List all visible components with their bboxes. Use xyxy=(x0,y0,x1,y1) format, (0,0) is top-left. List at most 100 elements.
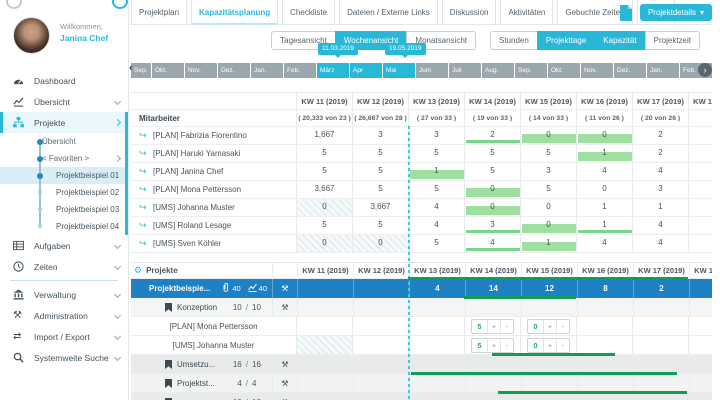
increment-button[interactable]: + xyxy=(544,339,557,352)
decrement-button[interactable]: - xyxy=(501,320,513,333)
week-cell xyxy=(689,393,712,400)
capacity-value: 2 xyxy=(658,130,662,140)
capacity-cell: 2 xyxy=(464,127,520,144)
capacity-cell: 1 xyxy=(408,163,464,180)
sidebar-item-zeiten[interactable]: Zeiten xyxy=(0,256,128,277)
timeline-month: Okt. xyxy=(152,63,184,78)
person-row[interactable]: [PLAN] Mona Pettersson5+-0+- xyxy=(131,317,712,336)
share-arrow-icon[interactable]: ↪ xyxy=(139,184,153,195)
sidebar-item-label: Übersicht xyxy=(42,137,120,146)
timeline-left-arrow-icon[interactable]: ‹ xyxy=(129,62,133,74)
employee-row[interactable]: ↪[UMS] Johanna Muster03,66740011 xyxy=(131,199,712,217)
edit-wrench-icon[interactable]: ⚒ xyxy=(272,298,297,316)
week-cell xyxy=(521,298,577,316)
tab-diskussion[interactable]: Diskussion xyxy=(442,0,497,24)
edit-wrench-icon[interactable]: ⚒ xyxy=(272,279,297,298)
sidebar-item-verwaltung[interactable]: Verwaltung xyxy=(0,284,128,305)
task-row[interactable]: 10/10⚒ xyxy=(131,393,712,400)
sidebar-item-projekte[interactable]: Projekte xyxy=(0,112,128,133)
range-end-badge[interactable]: 19.05.2019 xyxy=(385,43,426,55)
week-cell xyxy=(521,355,577,373)
capacity-cell: 0 xyxy=(520,199,576,216)
selected-project-row[interactable]: Projektbeispie...4040⚒4141282 xyxy=(131,279,712,298)
sidebar-item-favoriten[interactable]: < Favoriten > xyxy=(0,150,128,167)
sidebar-item-übersicht[interactable]: Übersicht xyxy=(0,91,128,112)
user-name[interactable]: Janina Chef xyxy=(60,33,108,43)
share-arrow-icon[interactable]: ↪ xyxy=(139,130,153,141)
share-arrow-icon[interactable]: ↪ xyxy=(139,238,153,249)
sidebar-item-label: Übersicht xyxy=(34,97,111,107)
capacity-value: 3 xyxy=(658,184,662,194)
sidebar-item-aufgaben[interactable]: Aufgaben xyxy=(0,235,128,256)
tab-checkliste[interactable]: Checkliste xyxy=(282,0,335,24)
gantt-bar xyxy=(498,391,687,394)
timeline-right-arrow-icon[interactable]: › xyxy=(698,63,712,77)
sidebar-item-administration[interactable]: ⚒Administration xyxy=(0,305,128,326)
capacity-cell: 3 xyxy=(408,127,464,144)
chevron-down-icon xyxy=(114,291,121,298)
unit-kapazität-button[interactable]: Kapazität xyxy=(594,31,645,50)
week-cell xyxy=(297,298,353,316)
capacity-table: KW 11 (2019)KW 12 (2019)KW 13 (2019)KW 1… xyxy=(131,92,712,253)
projektdetails-button[interactable]: Projektdetails ▾ xyxy=(640,4,712,21)
sidebar-item-import-export[interactable]: ⇄Import / Export xyxy=(0,326,128,347)
employee-row[interactable]: ↪[PLAN] Mona Pettersson3,667550503 xyxy=(131,181,712,199)
unit-projektzeit-button[interactable]: Projektzeit xyxy=(645,31,700,50)
share-arrow-icon[interactable]: ↪ xyxy=(139,202,153,213)
gantt-bar xyxy=(464,296,576,299)
tab-kapazitätsplanung[interactable]: Kapazitätsplanung xyxy=(191,0,278,24)
sidebar-item-projektbeispiel-03[interactable]: Projektbeispiel 03 xyxy=(0,201,128,218)
edit-wrench-icon[interactable]: ⚒ xyxy=(272,374,297,392)
week-cell xyxy=(353,298,409,316)
increment-button[interactable]: + xyxy=(544,320,557,333)
edit-wrench-icon[interactable]: ⚒ xyxy=(272,393,297,400)
sidebar-item-projektbeispiel-04[interactable]: Projektbeispiel 04 xyxy=(0,218,128,235)
decrement-button[interactable]: - xyxy=(501,339,513,352)
employee-row[interactable]: ↪[UMS] Sven Köhler0054144 xyxy=(131,235,712,253)
capacity-value: 4 xyxy=(658,220,662,230)
capacity-cell: 4 xyxy=(632,235,688,252)
decrement-button[interactable]: - xyxy=(557,320,569,333)
decrement-button[interactable]: - xyxy=(557,339,569,352)
employee-row[interactable]: ↪[PLAN] Janina Chef5515344 xyxy=(131,163,712,181)
week-cell xyxy=(465,393,521,400)
sidebar-item-projektbeispiel-01[interactable]: Projektbeispiel 01 xyxy=(0,167,128,184)
sidebar-item-projektbeispiel-02[interactable]: Projektbeispiel 02 xyxy=(0,184,128,201)
week-capacity: ( xyxy=(688,110,712,126)
capacity-value: 1 xyxy=(602,220,606,230)
share-arrow-icon[interactable]: ↪ xyxy=(139,148,153,159)
capacity-value: 0 xyxy=(602,130,606,140)
tab-dateien-externe-links[interactable]: Dateien / Externe Links xyxy=(339,0,438,24)
sidebar-item-systemweite-suche[interactable]: Systemweite Suche xyxy=(0,347,128,368)
share-arrow-icon[interactable]: ↪ xyxy=(139,220,153,231)
allocation-value: 0 xyxy=(528,339,544,352)
share-arrow-icon[interactable]: ↪ xyxy=(139,166,153,177)
task-name-cell: 10/10 xyxy=(131,393,272,400)
chevron-down-icon xyxy=(114,98,121,105)
tab-projektplan[interactable]: Projektplan xyxy=(131,0,187,24)
sidebar-item-dashboard[interactable]: Dashboard xyxy=(0,70,128,91)
chart-count: 40 xyxy=(259,284,267,293)
employee-row[interactable]: ↪[UMS] Roland Lesage5543014 xyxy=(131,217,712,235)
mitarbeiter-label: Mitarbeiter xyxy=(131,110,296,126)
employee-name-cell: ↪[PLAN] Haruki Yamasaki xyxy=(131,145,296,162)
unit-stunden-button[interactable]: Stunden xyxy=(490,31,538,50)
edit-wrench-icon[interactable]: ⚒ xyxy=(272,355,297,373)
range-start-badge[interactable]: 11.03.2019 xyxy=(318,43,358,55)
employee-row[interactable]: ↪[PLAN] Haruki Yamasaki5555512 xyxy=(131,145,712,163)
increment-button[interactable]: + xyxy=(488,320,501,333)
sidebar-item-übersicht[interactable]: Übersicht xyxy=(0,133,128,150)
tab-aktivitäten[interactable]: Aktivitäten xyxy=(500,0,553,24)
week-cell xyxy=(409,355,465,373)
week-cell xyxy=(297,355,353,373)
increment-button[interactable]: + xyxy=(488,339,501,352)
avatar[interactable] xyxy=(13,17,50,54)
employee-row[interactable]: ↪[PLAN] Fabrizia Fiorentino1,667332002 xyxy=(131,127,712,145)
task-row[interactable]: Konzeption10/10⚒ xyxy=(131,298,712,317)
unit-projekttage-button[interactable]: Projekttage xyxy=(537,31,595,50)
chevron-down-icon xyxy=(114,242,121,249)
person-row[interactable]: [UMS] Johanna Muster5+-0+- xyxy=(131,336,712,355)
pdf-export-icon[interactable] xyxy=(619,4,634,21)
gear-icon[interactable]: ⚙ xyxy=(134,265,142,276)
task-name-cell: Konzeption10/10 xyxy=(131,298,272,316)
